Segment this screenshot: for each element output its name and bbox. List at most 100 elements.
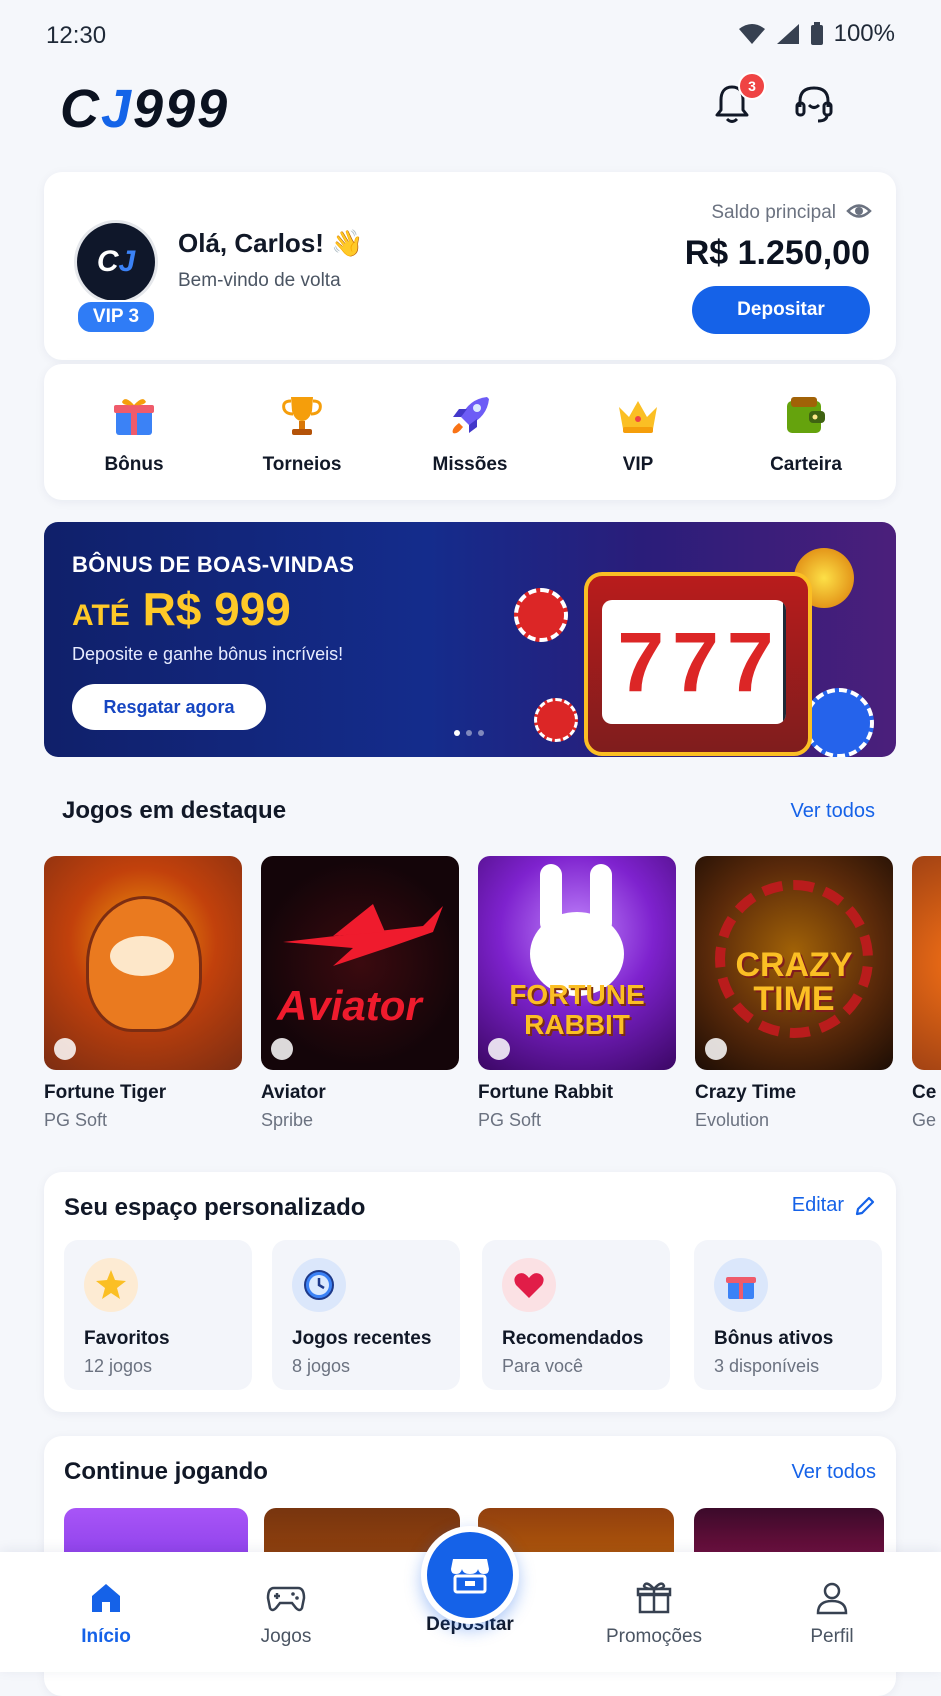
gift-icon: [714, 1258, 768, 1312]
game-provider: Ge: [912, 1110, 937, 1130]
banner-title: BÔNUS DE BOAS-VINDAS: [72, 552, 355, 577]
fortune-rabbit-logo: FORTUNE RABBIT: [509, 979, 645, 1040]
battery-icon: [810, 22, 823, 45]
gift-icon: [102, 386, 166, 446]
nav-games[interactable]: Jogos: [226, 1580, 346, 1648]
nav-profile[interactable]: Perfil: [772, 1580, 892, 1648]
support-button[interactable]: [790, 80, 838, 128]
quick-action-tournaments[interactable]: Torneios: [242, 364, 362, 500]
nav-promotions[interactable]: Promoções: [594, 1580, 714, 1648]
tile-subtitle: 8 jogos: [292, 1356, 351, 1376]
game-card-fortune-rabbit[interactable]: FORTUNE RABBIT Fortune Rabbit PG Soft: [478, 856, 676, 1131]
banner-subtitle: Deposite e ganhe bônus incríveis!: [72, 644, 344, 664]
personalized-section: Seu espaço personalizado Editar Favorito…: [44, 1172, 896, 1412]
tile-favorites[interactable]: Favoritos 12 jogos: [64, 1240, 252, 1390]
crazy-time-logo: CRAZY TIME: [735, 946, 853, 1018]
tile-title: Favoritos: [84, 1328, 170, 1349]
greeting: Olá, Carlos! 👋: [178, 228, 364, 258]
wifi-icon: [738, 24, 765, 44]
game-card-fortune-tiger[interactable]: Fortune Tiger PG Soft: [44, 856, 242, 1131]
game-provider: Evolution: [695, 1110, 770, 1130]
claim-button[interactable]: Resgatar agora: [72, 684, 266, 730]
pencil-icon: [855, 1196, 875, 1215]
quick-action-label: VIP: [622, 454, 654, 475]
quick-actions: Bônus Torneios Missões VIP Carteira: [44, 364, 896, 500]
banner-amount: ATÉ R$ 999: [72, 582, 291, 636]
edit-button[interactable]: Editar: [792, 1194, 876, 1217]
provider-badge: [705, 1038, 727, 1060]
quick-action-bonus[interactable]: Bônus: [74, 364, 194, 500]
nav-label: Jogos: [260, 1626, 312, 1647]
game-thumbnail[interactable]: [912, 856, 941, 1070]
heart-icon: [502, 1258, 556, 1312]
game-card-partial[interactable]: Ce Ge: [912, 856, 941, 1131]
provider-badge: [54, 1038, 76, 1060]
notification-badge: 3: [738, 72, 766, 100]
tile-subtitle: 3 disponíveis: [714, 1356, 820, 1376]
quick-action-wallet[interactable]: Carteira: [746, 364, 866, 500]
edit-label: Editar: [791, 1194, 844, 1216]
slot-machine-illustration: 777: [514, 548, 874, 757]
game-provider: PG Soft: [44, 1110, 108, 1130]
user-icon: [816, 1582, 848, 1615]
game-name: Fortune Tiger: [44, 1082, 167, 1103]
profile-card: CJ VIP 3 Olá, Carlos! 👋 Bem-vindo de vol…: [44, 172, 896, 360]
quick-action-missions[interactable]: Missões: [410, 364, 530, 500]
banner-prefix: ATÉ: [72, 599, 130, 632]
tile-title: Bônus ativos: [714, 1328, 834, 1349]
balance-value: R$ 1.250,00: [684, 234, 870, 272]
app-logo[interactable]: CJ999: [60, 78, 229, 140]
star-icon: [84, 1258, 138, 1312]
welcome-bonus-banner[interactable]: BÔNUS DE BOAS-VINDAS ATÉ R$ 999 Deposite…: [44, 522, 896, 757]
personalized-title: Seu espaço personalizado: [64, 1194, 366, 1221]
deposit-fab[interactable]: [421, 1526, 519, 1624]
nav-label: Promoções: [605, 1626, 703, 1647]
game-thumbnail[interactable]: FORTUNE RABBIT: [478, 856, 676, 1070]
game-name: Fortune Rabbit: [478, 1082, 614, 1103]
quick-action-label: Torneios: [262, 454, 342, 475]
quick-action-label: Missões: [432, 454, 508, 475]
tile-subtitle: Para você: [502, 1356, 584, 1376]
avatar[interactable]: CJ: [74, 220, 158, 304]
signal-icon: [776, 24, 799, 44]
game-name: Ce: [912, 1082, 937, 1103]
continue-see-all-link[interactable]: Ver todos: [791, 1461, 876, 1484]
game-thumbnail[interactable]: [44, 856, 242, 1070]
game-name: Aviator: [261, 1082, 326, 1103]
continue-title: Continue jogando: [64, 1458, 268, 1485]
status-time: 12:30: [46, 22, 107, 49]
headset-icon: [795, 86, 833, 123]
tile-subtitle: 12 jogos: [84, 1356, 153, 1376]
banner-amount-value: R$ 999: [142, 583, 291, 635]
tile-title: Jogos recentes: [292, 1328, 432, 1349]
game-thumbnail[interactable]: CRAZY TIME: [695, 856, 893, 1070]
game-card-crazy-time[interactable]: CRAZY TIME Crazy Time Evolution: [695, 856, 893, 1131]
rocket-icon: [438, 386, 502, 446]
gamepad-icon: [266, 1586, 306, 1612]
carousel-dots[interactable]: [454, 730, 484, 736]
game-provider: PG Soft: [478, 1110, 542, 1130]
status-indicators: 100%: [738, 20, 895, 48]
clock-icon: [292, 1258, 346, 1312]
tile-recent-games[interactable]: Jogos recentes 8 jogos: [272, 1240, 460, 1390]
nav-label: Início: [81, 1626, 131, 1647]
featured-see-all-link[interactable]: Ver todos: [790, 800, 875, 823]
vip-badge[interactable]: VIP 3: [76, 300, 156, 334]
store-icon: [451, 1559, 489, 1594]
quick-action-vip[interactable]: VIP: [578, 364, 698, 500]
game-thumbnail[interactable]: Aviator: [261, 856, 459, 1070]
battery-percent: 100%: [833, 20, 895, 47]
quick-action-label: Bônus: [104, 454, 164, 475]
eye-icon[interactable]: [846, 200, 872, 222]
provider-badge: [488, 1038, 510, 1060]
game-card-aviator[interactable]: Aviator Aviator Spribe: [261, 856, 459, 1131]
tile-active-bonus[interactable]: Bônus ativos 3 disponíveis: [694, 1240, 882, 1390]
deposit-button[interactable]: Depositar: [692, 286, 870, 334]
gift-icon: [636, 1582, 672, 1614]
tile-recommended[interactable]: Recomendados Para você: [482, 1240, 670, 1390]
game-provider: Spribe: [261, 1110, 314, 1130]
trophy-icon: [270, 386, 334, 446]
nav-home[interactable]: Início: [46, 1580, 166, 1648]
featured-title: Jogos em destaque: [62, 797, 287, 824]
notifications-button[interactable]: 3: [708, 72, 766, 128]
